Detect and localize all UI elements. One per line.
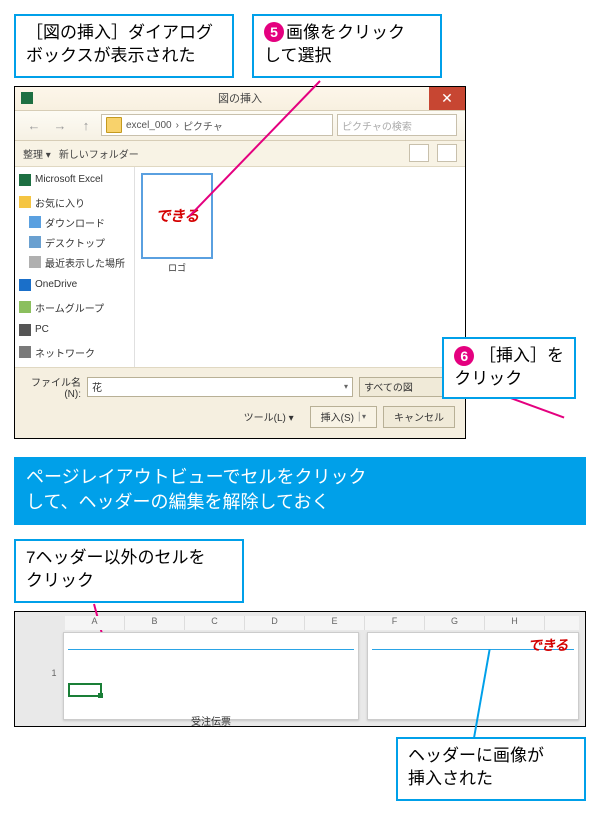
new-folder-button[interactable]: 新しいフォルダー xyxy=(59,146,139,161)
desktop-icon xyxy=(29,236,41,248)
file-list[interactable]: できる ロゴ xyxy=(135,167,465,367)
thumbnail-image: できる xyxy=(155,205,198,226)
row-header[interactable]: 1 xyxy=(47,668,61,678)
sidebar-item-downloads[interactable]: ダウンロード xyxy=(19,214,130,231)
callout-text: ［図の挿入］ダイアログ xyxy=(26,23,213,42)
filename-input[interactable]: 花▾ xyxy=(87,377,353,397)
filename-label: ファイル名(N): xyxy=(25,374,81,400)
homegroup-icon xyxy=(19,301,31,313)
col-header[interactable]: B xyxy=(125,616,185,630)
page-2[interactable]: できる xyxy=(367,632,579,720)
crumb-root: excel_000 xyxy=(126,120,172,131)
bar-text: して、ヘッダーの編集を解除しておく xyxy=(26,492,329,512)
pc-icon xyxy=(19,324,31,336)
step-number: 5 xyxy=(264,22,284,42)
callout-text: ボックスが表示された xyxy=(26,46,196,65)
sidebar-item-desktop[interactable]: デスクトップ xyxy=(19,234,130,251)
onedrive-icon xyxy=(19,279,31,291)
callout-image-inserted: ヘッダーに画像が 挿入された xyxy=(396,737,586,801)
up-button[interactable]: ↑ xyxy=(75,114,97,136)
sidebar-item-network[interactable]: ネットワーク xyxy=(19,344,130,361)
file-filter-dropdown[interactable]: すべての図▾ xyxy=(359,377,455,397)
sheet-title: 受注伝票 xyxy=(64,713,358,728)
sidebar: Microsoft Excel お気に入り ダウンロード デスクトップ 最近表示… xyxy=(15,167,135,367)
dialog-footer: ファイル名(N): 花▾ すべての図▾ ツール(L) ▾ 挿入(S)│▾ キャン… xyxy=(15,367,465,438)
sidebar-item-excel[interactable]: Microsoft Excel xyxy=(19,173,130,187)
callout-text: ［挿入］を xyxy=(479,346,564,365)
sidebar-item-onedrive[interactable]: OneDrive xyxy=(19,278,130,292)
chevron-down-icon: │▾ xyxy=(357,412,366,421)
col-header[interactable]: F xyxy=(365,616,425,630)
bar-text: ページレイアウトビューでセルをクリック xyxy=(26,467,367,487)
callout-dialog-shown: ［図の挿入］ダイアログ ボックスが表示された xyxy=(14,14,234,78)
excel-icon xyxy=(19,174,31,186)
file-thumbnail-selected[interactable]: できる xyxy=(141,173,213,259)
header-image: できる xyxy=(528,635,568,655)
crumb-separator: › xyxy=(176,120,179,131)
close-button[interactable]: ✕ xyxy=(429,87,465,110)
col-header[interactable]: A xyxy=(65,616,125,630)
view-icon[interactable] xyxy=(409,144,429,162)
help-icon[interactable] xyxy=(437,144,457,162)
excel-page-layout-view: A B C D E F G H 1 受注伝票 できる xyxy=(14,611,586,727)
breadcrumb[interactable]: excel_000 › ピクチャ xyxy=(101,114,333,136)
instruction-bar: ページレイアウトビューでセルをクリック して、ヘッダーの編集を解除しておく xyxy=(14,457,586,525)
download-icon xyxy=(29,216,41,228)
tools-button[interactable]: ツール(L) ▾ xyxy=(244,409,294,424)
sidebar-item-homegroup[interactable]: ホームグループ xyxy=(19,299,130,316)
chevron-down-icon: ▾ xyxy=(344,382,348,391)
titlebar: 図の挿入 ✕ xyxy=(15,87,465,111)
dialog-title: 図の挿入 xyxy=(15,90,465,106)
col-header[interactable]: E xyxy=(305,616,365,630)
callout-step-5: 5画像をクリック して選択 xyxy=(252,14,442,78)
insert-picture-dialog: 図の挿入 ✕ ← → ↑ excel_000 › ピクチャ ピクチャの検索 整理… xyxy=(14,86,466,439)
callout-text: クリック xyxy=(26,571,94,590)
callout-text: クリック xyxy=(454,369,522,388)
organize-button[interactable]: 整理 ▾ xyxy=(23,146,51,161)
network-icon xyxy=(19,346,31,358)
callout-text: して選択 xyxy=(264,46,332,65)
search-input[interactable]: ピクチャの検索 xyxy=(337,114,457,136)
nav-bar: ← → ↑ excel_000 › ピクチャ ピクチャの検索 xyxy=(15,111,465,141)
sidebar-item-recent[interactable]: 最近表示した場所 xyxy=(19,254,130,271)
column-headers: A B C D E F G H xyxy=(65,616,579,630)
sidebar-item-pc[interactable]: PC xyxy=(19,323,130,337)
star-icon xyxy=(19,196,31,208)
header-line xyxy=(68,649,354,650)
page-1[interactable]: 受注伝票 xyxy=(63,632,359,720)
callout-text: ヘッダーに画像が xyxy=(408,746,544,765)
col-header[interactable]: H xyxy=(485,616,545,630)
callout-step-6: 6 ［挿入］を クリック xyxy=(442,337,576,399)
callout-step-7: 7ヘッダー以外のセルを クリック xyxy=(14,539,244,603)
sidebar-item-favorites[interactable]: お気に入り xyxy=(19,194,130,211)
insert-button[interactable]: 挿入(S)│▾ xyxy=(310,406,377,428)
recent-icon xyxy=(29,256,41,268)
cancel-button[interactable]: キャンセル xyxy=(383,406,455,428)
selected-cell[interactable] xyxy=(68,683,102,697)
back-button[interactable]: ← xyxy=(23,114,45,136)
folder-icon xyxy=(106,117,122,133)
thumbnail-caption: ロゴ xyxy=(141,261,213,274)
callout-text: ヘッダー以外のセルを xyxy=(35,548,205,567)
forward-button[interactable]: → xyxy=(49,114,71,136)
crumb-current: ピクチャ xyxy=(183,118,223,133)
step-number: 6 xyxy=(454,346,474,366)
callout-text: 画像をクリック xyxy=(286,23,405,42)
col-header[interactable]: D xyxy=(245,616,305,630)
col-header[interactable]: C xyxy=(185,616,245,630)
search-placeholder: ピクチャの検索 xyxy=(342,118,412,133)
col-header[interactable]: G xyxy=(425,616,485,630)
